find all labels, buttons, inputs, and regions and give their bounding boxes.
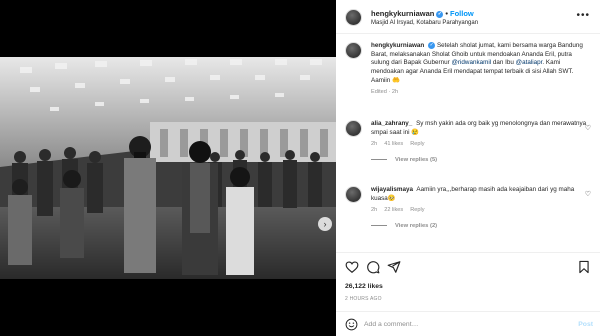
post-header: hengkykurniawan ✓ • Follow Masjid Al Irsyad… xyxy=(336,0,600,34)
add-comment-bar: Post xyxy=(336,311,600,336)
heart-icon[interactable] xyxy=(345,260,359,274)
action-bar xyxy=(336,252,600,282)
comment-text: alia_zahrany_ Sy msh yakin ada org baik … xyxy=(371,120,591,137)
commenter-avatar[interactable] xyxy=(345,120,362,137)
comment-meta: 2h 41 likes Reply xyxy=(371,141,591,147)
author-avatar[interactable] xyxy=(345,9,362,26)
caption-body-2: dan Ibu xyxy=(491,59,516,67)
post-photo[interactable]: › xyxy=(0,57,336,279)
caption-text: hengkykurniawan ✓ Setelah sholat jumat, k… xyxy=(371,42,591,85)
post-timestamp[interactable]: 2 HOURS AGO xyxy=(345,296,382,302)
chevron-right-icon: › xyxy=(323,219,327,229)
caption-avatar[interactable] xyxy=(345,42,362,59)
commenter-avatar[interactable] xyxy=(345,186,362,203)
view-replies-button[interactable]: View replies (5) xyxy=(371,157,591,163)
next-photo-button[interactable]: › xyxy=(318,217,332,231)
comment-username[interactable]: alia_zahrany_ xyxy=(371,120,412,127)
divider-line xyxy=(371,159,387,161)
follow-button[interactable]: Follow xyxy=(450,9,474,18)
comment-icon[interactable] xyxy=(366,260,380,274)
post-side-panel: hengkykurniawan ✓ • Follow Masjid Al Irsyad… xyxy=(336,0,600,336)
author-username[interactable]: hengkykurniawan xyxy=(371,9,434,18)
separator: • xyxy=(445,9,448,18)
location-link[interactable]: Masjid Al Irsyad, Kotabaru Parahyangan xyxy=(371,20,478,26)
comment-item: wijayalismaya Aamiin yra,,,berharap masi… xyxy=(345,186,591,229)
bookmark-icon[interactable] xyxy=(577,260,591,274)
verified-badge-icon: ✓ xyxy=(436,10,444,18)
view-replies-label: View replies (2) xyxy=(395,223,438,230)
comment-meta: 2h 22 likes Reply xyxy=(371,207,591,213)
caption-username[interactable]: hengkykurniawan xyxy=(371,42,424,49)
share-icon[interactable] xyxy=(387,260,401,274)
like-comment-heart-icon[interactable]: ♡ xyxy=(585,190,591,198)
view-replies-label: View replies (5) xyxy=(395,157,438,164)
post-comment-button[interactable]: Post xyxy=(578,321,593,328)
more-options-icon[interactable]: ••• xyxy=(576,10,590,21)
comment-text: wijayalismaya Aamiin yra,,,berharap masi… xyxy=(371,186,591,203)
divider-line xyxy=(371,225,387,227)
add-comment-input[interactable] xyxy=(364,318,554,331)
mention-link[interactable]: @ataliapr xyxy=(516,59,543,66)
mention-link[interactable]: @ridwankamil xyxy=(452,59,492,66)
comment-time: 2h xyxy=(371,207,378,214)
comment-likes[interactable]: 41 likes xyxy=(384,141,403,147)
view-replies-button[interactable]: View replies (2) xyxy=(371,223,591,229)
comment-likes[interactable]: 22 likes xyxy=(384,207,403,213)
emoji-icon[interactable] xyxy=(345,318,358,331)
verified-badge-icon: ✓ xyxy=(428,42,436,49)
comment-time: 2h xyxy=(371,141,378,148)
mosque-prayer-photo xyxy=(0,57,336,279)
post-caption: hengkykurniawan ✓ Setelah sholat jumat, k… xyxy=(345,42,591,95)
comment-item: alia_zahrany_ Sy msh yakin ada org baik … xyxy=(345,120,591,163)
caption-meta: Edited · 2h xyxy=(371,89,399,96)
likes-count[interactable]: 26,122 likes xyxy=(345,283,383,290)
author-line: hengkykurniawan ✓ • Follow xyxy=(371,9,474,18)
like-comment-heart-icon[interactable]: ♡ xyxy=(585,124,591,132)
reply-button[interactable]: Reply xyxy=(410,207,424,213)
reply-button[interactable]: Reply xyxy=(410,141,424,147)
comment-username[interactable]: wijayalismaya xyxy=(371,186,413,193)
